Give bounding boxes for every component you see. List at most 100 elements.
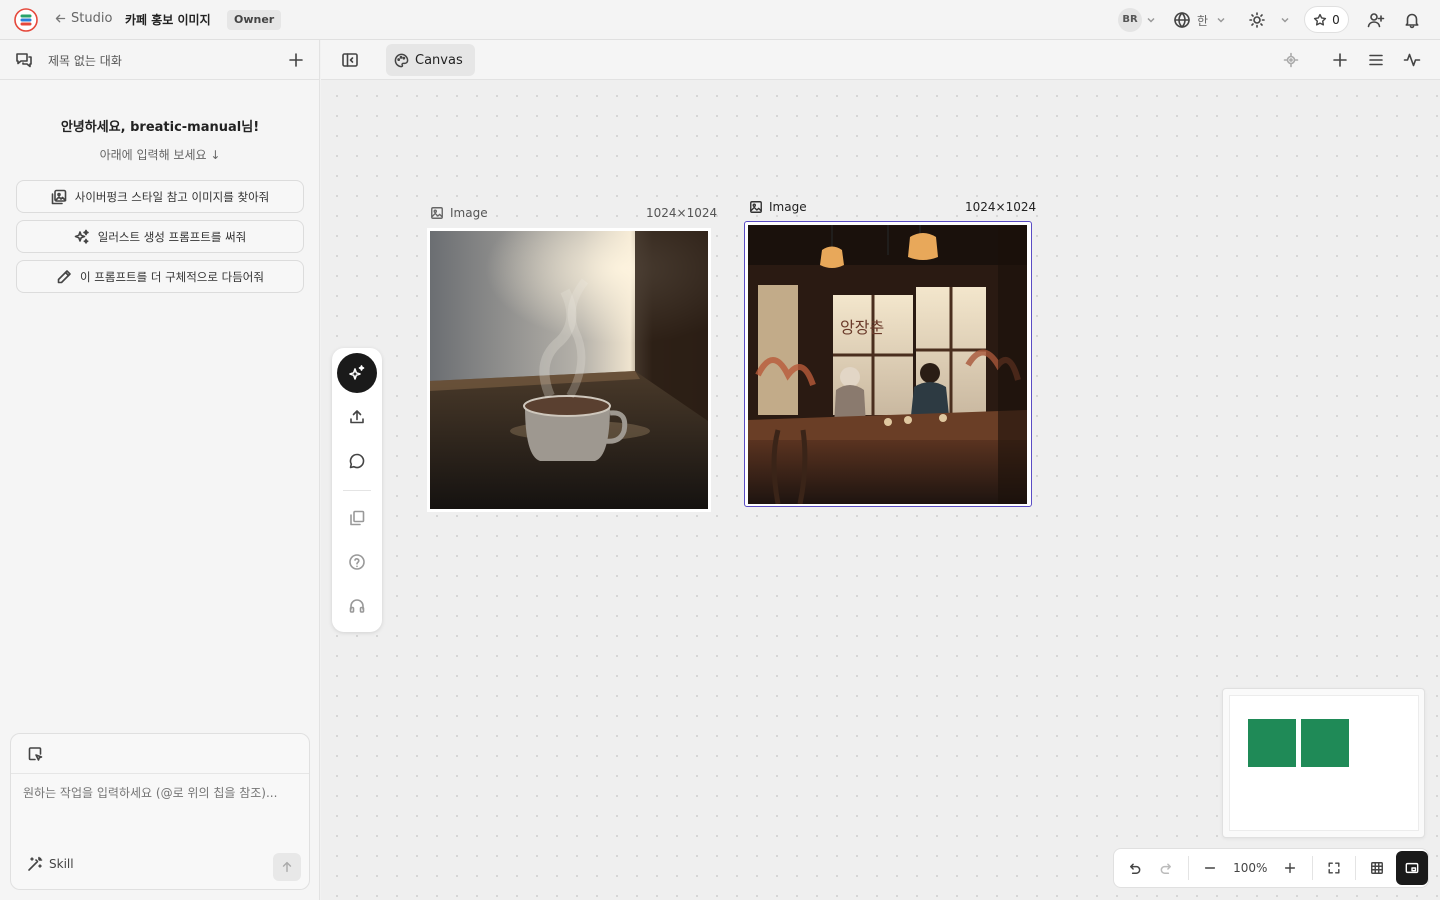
palette-icon <box>394 53 409 67</box>
arrow-left-icon <box>55 14 66 23</box>
language-label[interactable]: 한 <box>1197 12 1208 29</box>
bell-icon[interactable] <box>1403 11 1421 29</box>
copy-files-icon <box>350 510 365 526</box>
grid-toggle-button[interactable] <box>1361 851 1393 885</box>
zoom-out-button[interactable] <box>1194 851 1226 885</box>
minimap-viewport[interactable] <box>1229 695 1419 831</box>
suggestion-chip-reference-image[interactable]: 사이버펑크 스타일 참고 이미지를 찾아줘 <box>16 180 304 213</box>
image-icon <box>431 207 443 219</box>
pencil-icon <box>57 269 71 283</box>
tab-bar: Canvas <box>321 40 1440 80</box>
chat-bubble-icon <box>349 453 365 469</box>
minimap-icon <box>1405 862 1419 874</box>
chevron-down-icon[interactable] <box>1280 15 1290 25</box>
grid-icon <box>1371 862 1384 874</box>
star-count: 0 <box>1332 12 1340 27</box>
role-badge: Owner <box>227 10 282 30</box>
skill-button[interactable]: Skill <box>27 856 74 872</box>
zoom-divider <box>1355 856 1357 880</box>
toolbar-divider <box>343 490 371 491</box>
image-node-label: Image <box>749 200 807 214</box>
image-node-coffee[interactable] <box>427 228 711 512</box>
help-button[interactable] <box>337 542 377 582</box>
image-node-cafe[interactable]: 앙장춘 <box>744 221 1032 507</box>
zoom-level[interactable]: 100% <box>1226 861 1274 875</box>
minimap-node <box>1248 719 1296 767</box>
chevron-down-icon[interactable] <box>1216 15 1226 25</box>
image-node-size: 1024×1024 <box>965 200 1037 214</box>
sparkle-wand-icon <box>349 365 365 380</box>
support-button[interactable] <box>337 586 377 626</box>
composer-toolbar <box>11 734 309 774</box>
upload-button[interactable] <box>337 397 377 437</box>
chat-composer: Skill <box>10 733 310 890</box>
suggestion-chip-illustration-prompt[interactable]: 일러스트 생성 프롬프트를 써줘 <box>16 220 304 253</box>
undo-button[interactable] <box>1118 851 1150 885</box>
activity-icon[interactable] <box>1403 51 1421 69</box>
zoom-divider <box>1187 856 1189 880</box>
back-link-label: Studio <box>71 11 113 26</box>
tab-label: Canvas <box>415 52 463 68</box>
fit-view-button[interactable] <box>1318 851 1350 885</box>
ai-generate-button[interactable] <box>337 353 377 393</box>
suggestion-label: 이 프롬프트를 더 구체적으로 다듬어줘 <box>80 269 264 284</box>
app-logo-icon[interactable] <box>14 8 38 32</box>
minimap-toggle-button[interactable] <box>1395 851 1429 885</box>
tab-canvas[interactable]: Canvas <box>386 44 475 76</box>
prompt-input[interactable] <box>23 786 299 800</box>
plus-icon <box>1285 862 1296 874</box>
image-node-size: 1024×1024 <box>646 206 718 220</box>
suggestion-label: 일러스트 생성 프롬프트를 써줘 <box>97 229 247 244</box>
add-user-icon[interactable] <box>1367 11 1385 29</box>
help-circle-icon <box>349 554 365 570</box>
greeting-subtext: 아래에 입력해 보세요 ↓ <box>99 148 221 162</box>
sidebar-toggle-icon[interactable] <box>341 51 359 69</box>
coffee-cup-image <box>430 231 708 509</box>
fullscreen-icon <box>1328 862 1340 874</box>
top-bar: Studio 카페 홍보 이미지 Owner BR 한 0 <box>0 0 1440 40</box>
sparkles-icon <box>74 229 89 244</box>
plus-icon[interactable] <box>1331 51 1349 69</box>
cafe-interior-image: 앙장춘 <box>748 225 1027 504</box>
minus-icon <box>1205 867 1216 869</box>
undo-icon <box>1129 863 1141 874</box>
redo-button[interactable] <box>1150 851 1182 885</box>
avatar[interactable]: BR <box>1118 8 1142 32</box>
chat-panel: 제목 없는 대화 안녕하세요, breatic-manual님! 아래에 입력해… <box>0 40 320 900</box>
image-node-type: Image <box>769 200 807 214</box>
image-icon <box>750 201 762 213</box>
image-node-label: Image <box>430 206 488 220</box>
menu-icon[interactable] <box>1367 51 1385 69</box>
sun-icon[interactable] <box>1248 11 1266 29</box>
suggestion-label: 사이버펑크 스타일 참고 이미지를 찾아줘 <box>74 189 270 204</box>
attach-context-icon[interactable] <box>27 746 43 762</box>
conversations-icon[interactable] <box>15 51 33 69</box>
image-node-type: Image <box>450 206 488 220</box>
star-button[interactable]: 0 <box>1304 6 1349 33</box>
plus-icon[interactable] <box>287 51 305 69</box>
comment-button[interactable] <box>337 441 377 481</box>
zoom-controls: 100% <box>1113 848 1429 888</box>
globe-icon[interactable] <box>1173 11 1191 29</box>
project-title[interactable]: 카페 홍보 이미지 <box>125 11 211 28</box>
minimap-node <box>1301 719 1349 767</box>
conversation-header: 제목 없는 대화 <box>0 40 319 80</box>
star-icon <box>1314 13 1327 26</box>
skill-label: Skill <box>49 857 74 871</box>
magic-wand-icon <box>28 856 43 871</box>
redo-icon <box>1160 863 1172 874</box>
locate-icon[interactable] <box>1283 52 1299 68</box>
cafe-sign-text: 앙장춘 <box>840 318 884 337</box>
assets-button[interactable] <box>337 498 377 538</box>
conversation-title[interactable]: 제목 없는 대화 <box>48 52 122 69</box>
arrow-up-icon <box>282 861 292 873</box>
zoom-divider <box>1311 856 1313 880</box>
send-button[interactable] <box>273 853 301 881</box>
back-to-studio-link[interactable]: Studio <box>54 11 112 26</box>
suggestion-chip-refine-prompt[interactable]: 이 프롬프트를 더 구체적으로 다듬어줘 <box>16 260 304 293</box>
zoom-in-button[interactable] <box>1274 851 1306 885</box>
canvas-toolbar <box>332 348 382 632</box>
minimap[interactable] <box>1222 688 1425 838</box>
upload-icon <box>350 410 364 424</box>
chevron-down-icon[interactable] <box>1146 15 1156 25</box>
